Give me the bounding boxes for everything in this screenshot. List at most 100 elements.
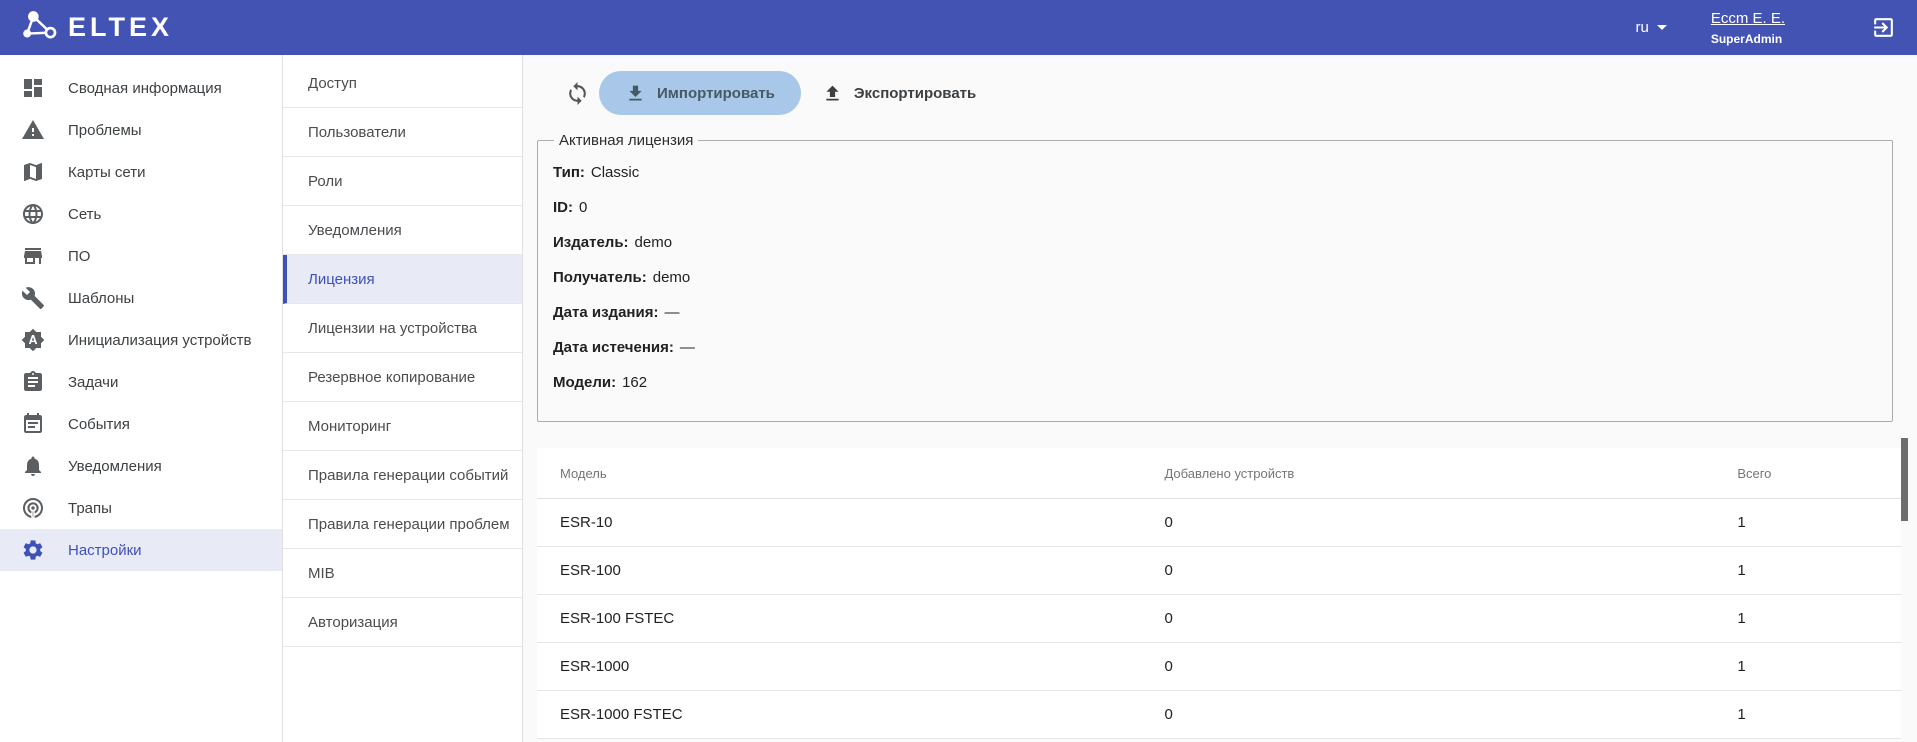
subnav-item-label: Авторизация — [308, 614, 398, 631]
import-button-label: Импортировать — [657, 85, 775, 102]
sidebar-item-label: Трапы — [68, 500, 112, 517]
sidebar-item-events[interactable]: События — [0, 403, 282, 445]
sidebar-item-label: Уведомления — [68, 458, 162, 475]
table-body: ESR-10 0 1 ESR-100 0 1 ESR-100 FSTEC 0 1… — [537, 499, 1901, 739]
cell-added-devices: 0 — [1164, 514, 1737, 531]
logout-icon — [1871, 15, 1896, 40]
sidebar-item-label: Инициализация устройств — [68, 332, 251, 349]
cell-total: 1 — [1737, 562, 1901, 579]
sidebar-item-label: Задачи — [68, 374, 118, 391]
import-button[interactable]: Импортировать — [599, 71, 801, 115]
wrench-icon — [21, 286, 45, 310]
license-field-value: demo — [653, 269, 691, 286]
license-field-label: Дата издания: — [553, 304, 658, 321]
subnav-item-users[interactable]: Пользователи — [283, 108, 522, 157]
license-field: Получатель: demo — [551, 260, 1878, 295]
active-license-legend: Активная лицензия — [554, 132, 698, 149]
sidebar-item-device-init[interactable]: Инициализация устройств — [0, 319, 282, 361]
table-row: ESR-1000 FSTEC 0 1 — [537, 691, 1901, 739]
sidebar-item-software[interactable]: ПО — [0, 235, 282, 277]
cell-total: 1 — [1737, 706, 1901, 723]
table-row: ESR-1000 0 1 — [537, 643, 1901, 691]
subnav-item-label: Резервное копирование — [308, 369, 475, 386]
language-selector[interactable]: ru — [1635, 19, 1666, 36]
subnav-item-mib[interactable]: MIB — [283, 549, 522, 598]
subnav-item-license[interactable]: Лицензия — [283, 255, 522, 304]
column-header: Всего — [1737, 466, 1901, 481]
license-field-value: — — [664, 304, 679, 321]
license-field-label: Издатель: — [553, 234, 629, 251]
column-header: Добавлено устройств — [1164, 466, 1737, 481]
subnav-item-device-licenses[interactable]: Лицензии на устройства — [283, 304, 522, 353]
license-field-value: — — [680, 339, 695, 356]
subnav-item-label: Правила генерации проблем — [308, 516, 510, 533]
subnav-item-roles[interactable]: Роли — [283, 157, 522, 206]
export-button[interactable]: Экспортировать — [814, 71, 984, 115]
sidebar-item-settings[interactable]: Настройки — [0, 529, 282, 571]
license-field-label: Дата истечения: — [553, 339, 674, 356]
top-bar: ELTEX ru Eccm E. E. SuperAdmin — [0, 0, 1917, 55]
clipboard-icon — [21, 370, 45, 394]
logout-button[interactable] — [1871, 15, 1896, 40]
brand-name: ELTEX — [68, 14, 173, 41]
subnav-item-label: Лицензия — [308, 271, 375, 288]
cell-added-devices: 0 — [1164, 562, 1737, 579]
sidebar-item-network-maps[interactable]: Карты сети — [0, 151, 282, 193]
subnav-item-access[interactable]: Доступ — [283, 59, 522, 108]
refresh-button[interactable] — [565, 81, 590, 106]
sidebar-item-traps[interactable]: Трапы — [0, 487, 282, 529]
sidebar-item-label: Проблемы — [68, 122, 142, 139]
sidebar-item-notifications[interactable]: Уведомления — [0, 445, 282, 487]
cell-total: 1 — [1737, 658, 1901, 675]
license-field: Дата издания: — — [551, 295, 1878, 330]
warning-icon — [21, 118, 45, 142]
globe-icon — [21, 202, 45, 226]
user-block: Eccm E. E. SuperAdmin — [1711, 10, 1785, 46]
license-field: Тип: Classic — [551, 155, 1878, 190]
cell-total: 1 — [1737, 514, 1901, 531]
table-scrollbar[interactable] — [1901, 438, 1908, 521]
sidebar-item-problems[interactable]: Проблемы — [0, 109, 282, 151]
sidebar-item-label: Шаблоны — [68, 290, 134, 307]
subnav-item-label: Уведомления — [308, 222, 402, 239]
subnav-item-problem-rules[interactable]: Правила генерации проблем — [283, 500, 522, 549]
license-field-value: demo — [635, 234, 673, 251]
subnav-item-monitoring[interactable]: Мониторинг — [283, 402, 522, 451]
subnav-item-label: Роли — [308, 173, 343, 190]
subnav-item-backup[interactable]: Резервное копирование — [283, 353, 522, 402]
user-name-link[interactable]: Eccm E. E. — [1711, 10, 1785, 27]
sidebar-item-summary[interactable]: Сводная информация — [0, 67, 282, 109]
subnav-item-label: Правила генерации событий — [308, 467, 508, 484]
sidebar-item-label: ПО — [68, 248, 90, 265]
sidebar-item-network[interactable]: Сеть — [0, 193, 282, 235]
cell-model: ESR-100 FSTEC — [537, 610, 1164, 627]
sidebar-item-templates[interactable]: Шаблоны — [0, 277, 282, 319]
license-field-value: 162 — [622, 374, 647, 391]
subnav-item-notifications[interactable]: Уведомления — [283, 206, 522, 255]
chevron-down-icon — [1657, 25, 1667, 30]
cell-total: 1 — [1737, 610, 1901, 627]
event-icon — [21, 412, 45, 436]
active-license-panel: Активная лицензия Тип: Classic ID: 0 Изд… — [537, 132, 1893, 422]
main-content: Импортировать Экспортировать Активная ли… — [523, 55, 1917, 742]
license-field-label: ID: — [553, 199, 573, 216]
cell-model: ESR-1000 FSTEC — [537, 706, 1164, 723]
subnav-item-event-rules[interactable]: Правила генерации событий — [283, 451, 522, 500]
export-upload-icon — [822, 83, 843, 104]
table-row: ESR-10 0 1 — [537, 499, 1901, 547]
license-field: Дата истечения: — — [551, 330, 1878, 365]
auto-badge-icon — [21, 328, 45, 352]
sidebar-item-label: События — [68, 416, 130, 433]
cell-added-devices: 0 — [1164, 658, 1737, 675]
eltex-logo[interactable]: ELTEX — [21, 8, 173, 47]
eltex-logo-icon — [21, 8, 59, 47]
toolbar: Импортировать Экспортировать — [537, 71, 1901, 115]
subnav-item-label: Доступ — [308, 75, 357, 92]
sidebar-item-tasks[interactable]: Задачи — [0, 361, 282, 403]
cell-added-devices: 0 — [1164, 706, 1737, 723]
table-row: ESR-100 0 1 — [537, 547, 1901, 595]
subnav-item-authorization[interactable]: Авторизация — [283, 598, 522, 647]
cell-model: ESR-1000 — [537, 658, 1164, 675]
language-label: ru — [1635, 19, 1648, 36]
settings-subnav: Доступ Пользователи Роли Уведомления Лиц… — [283, 55, 523, 742]
